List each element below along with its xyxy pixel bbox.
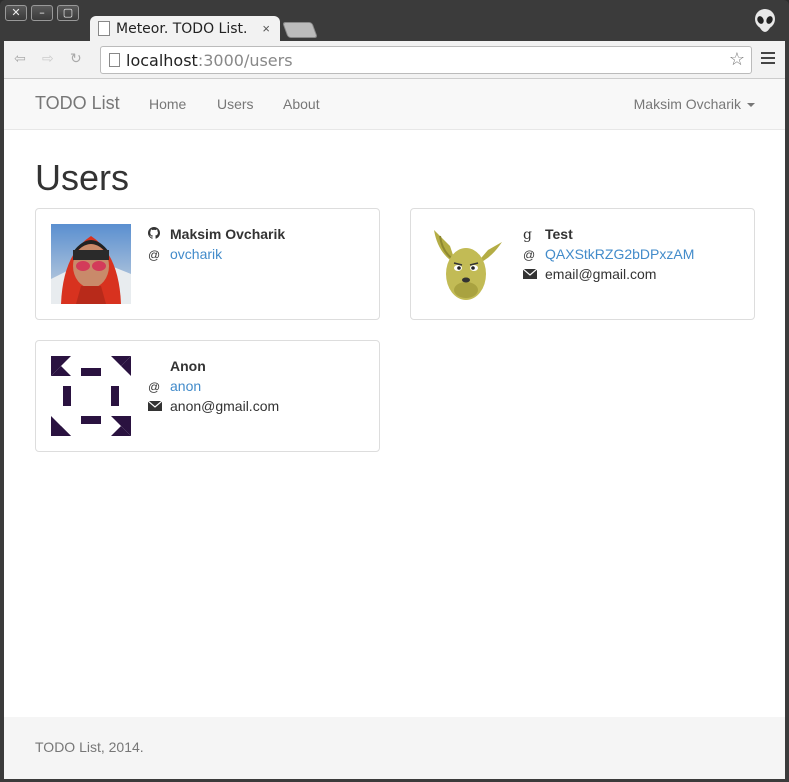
nav-link-about[interactable]: About	[283, 96, 320, 112]
url-text: localhost:3000/users	[126, 51, 293, 70]
google-icon: g	[523, 227, 532, 243]
page-title: Users	[35, 157, 130, 198]
navbar-brand[interactable]: TODO List	[35, 93, 120, 114]
user-username-link[interactable]: anon	[170, 378, 201, 394]
github-icon	[148, 225, 170, 245]
caret-down-icon	[747, 103, 755, 108]
new-tab-button[interactable]	[282, 22, 318, 38]
user-name-row: Anon	[148, 356, 279, 376]
user-name: Maksim Ovcharik	[170, 226, 286, 242]
user-card: g Test @ QAXStkRZG2bDPxzAM email@gmail.com	[410, 208, 755, 320]
avatar	[434, 230, 502, 300]
at-icon: @	[148, 380, 161, 394]
user-name-row: g Test	[523, 224, 694, 244]
nav-link-home[interactable]: Home	[149, 96, 186, 112]
user-username-row: @ ovcharik	[148, 244, 285, 264]
reload-icon[interactable]: ↻	[70, 51, 82, 67]
footer-text: TODO List, 2014.	[35, 739, 144, 755]
page-icon	[109, 53, 120, 67]
at-icon: @	[148, 248, 161, 262]
user-email: anon@gmail.com	[170, 398, 280, 414]
tab-close-icon[interactable]: ×	[262, 21, 270, 36]
user-dropdown[interactable]: Maksim Ovcharik	[634, 96, 755, 112]
browser-window: ✕ – ▢ Meteor. TODO List. × ⇦ ⇨ ↻ localho…	[0, 0, 789, 782]
user-name: Test	[545, 226, 573, 242]
alien-incognito-icon	[755, 9, 775, 32]
user-card: Anon @ anon anon@gmail.com	[35, 340, 380, 452]
user-email-row: anon@gmail.com	[147, 396, 280, 417]
user-email: email@gmail.com	[545, 266, 657, 282]
tab-title: Meteor. TODO List.	[116, 21, 248, 37]
back-icon[interactable]: ⇦	[14, 51, 26, 67]
user-info: Anon @ anon anon@gmail.com	[147, 356, 280, 417]
browser-toolbar: ⇦ ⇨ ↻ localhost:3000/users ☆	[4, 41, 785, 79]
user-card: Maksim Ovcharik @ ovcharik	[35, 208, 380, 320]
user-dropdown-label: Maksim Ovcharik	[633, 96, 741, 112]
window-minimize-button[interactable]: –	[31, 5, 53, 21]
user-name-row: Maksim Ovcharik	[148, 224, 285, 244]
nav-link-users[interactable]: Users	[217, 96, 254, 112]
avatar	[51, 356, 131, 436]
envelope-icon	[147, 397, 170, 417]
menu-icon[interactable]	[761, 52, 775, 67]
at-icon: @	[523, 248, 536, 262]
footer: TODO List, 2014.	[4, 717, 785, 779]
user-username-row: @ anon	[148, 376, 279, 396]
user-username-link[interactable]: ovcharik	[170, 246, 222, 262]
user-username-row: @ QAXStkRZG2bDPxzAM	[523, 244, 694, 264]
window-maximize-button[interactable]: ▢	[57, 5, 79, 21]
user-name: Anon	[170, 358, 206, 374]
browser-tab[interactable]: Meteor. TODO List. ×	[90, 16, 280, 42]
user-username-link[interactable]: QAXStkRZG2bDPxzAM	[545, 246, 694, 262]
envelope-icon	[522, 265, 545, 285]
window-close-button[interactable]: ✕	[5, 5, 27, 21]
page-icon	[98, 21, 110, 36]
user-info: Maksim Ovcharik @ ovcharik	[148, 224, 285, 264]
user-info: g Test @ QAXStkRZG2bDPxzAM email@gmail.com	[522, 224, 694, 285]
user-email-row: email@gmail.com	[522, 264, 694, 285]
avatar	[51, 224, 131, 304]
address-bar[interactable]: localhost:3000/users ☆	[100, 46, 752, 74]
navbar: TODO List Home Users About Maksim Ovchar…	[4, 79, 785, 130]
bookmark-star-icon[interactable]: ☆	[729, 49, 745, 70]
page-viewport: TODO List Home Users About Maksim Ovchar…	[4, 79, 785, 779]
forward-icon[interactable]: ⇨	[42, 51, 54, 67]
